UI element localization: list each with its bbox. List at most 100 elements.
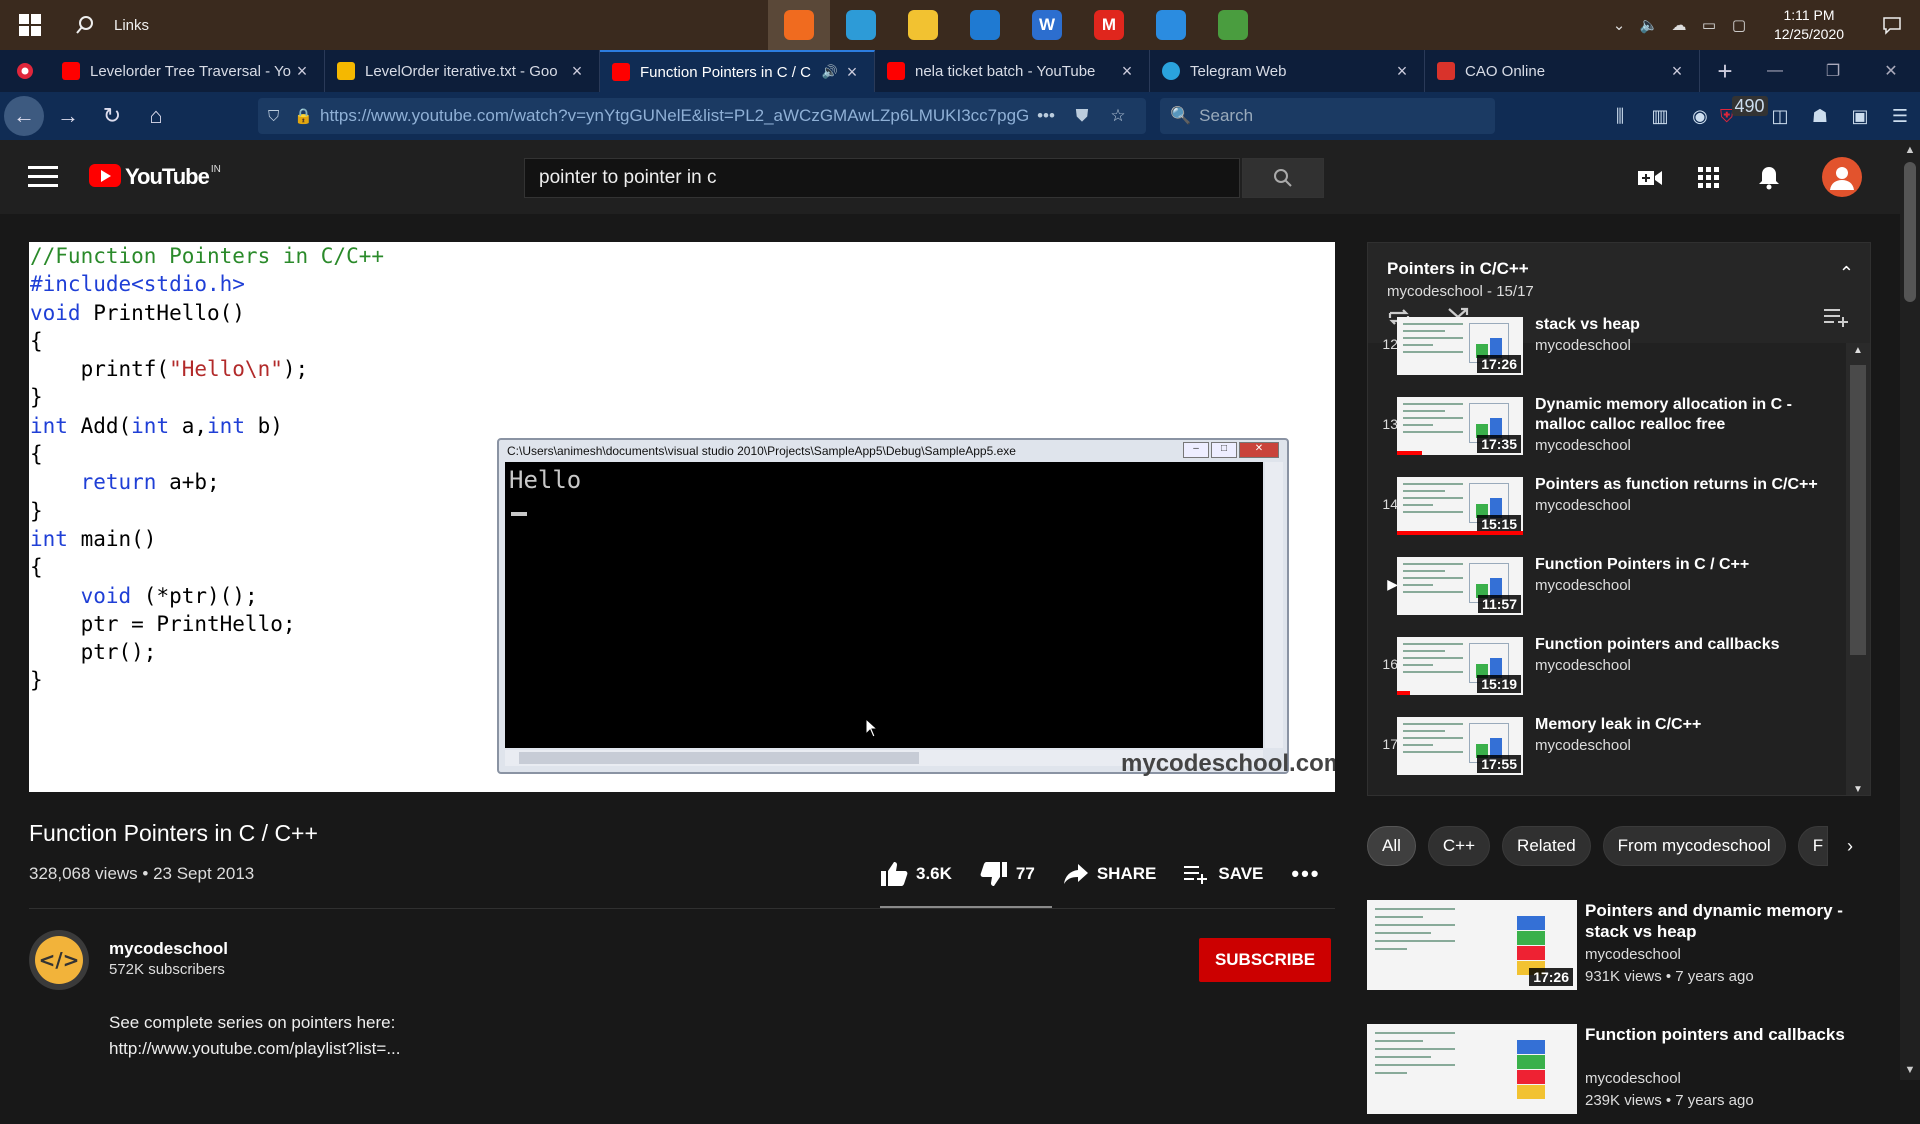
playlist-item-channel[interactable]: mycodeschool xyxy=(1535,437,1631,454)
video-thumbnail[interactable]: 15:19 xyxy=(1397,637,1523,695)
more-actions-button[interactable]: ••• xyxy=(1291,861,1320,887)
playlist-item[interactable]: 13 17:35 Dynamic memory allocation in C - … xyxy=(1368,393,1848,473)
close-tab-icon[interactable]: × xyxy=(842,62,862,83)
page-scrollbar[interactable]: ▲ ▼ xyxy=(1900,140,1920,1080)
m-app[interactable]: M xyxy=(1078,0,1140,50)
url-text[interactable]: https://www.youtube.com/watch?v=ynYtgGUN… xyxy=(320,106,1028,126)
like-button[interactable]: 3.6K xyxy=(880,861,952,887)
clock[interactable]: 1:11 PM 12/25/2020 xyxy=(1754,6,1864,44)
back-button[interactable]: ← xyxy=(4,96,44,136)
network-icon[interactable]: ▢ xyxy=(1724,16,1754,34)
channel-name[interactable]: mycodeschool xyxy=(109,939,228,959)
playlist-item-channel[interactable]: mycodeschool xyxy=(1535,657,1631,674)
links-toolbar-label[interactable]: Links xyxy=(114,17,149,34)
new-tab-button[interactable]: + xyxy=(1700,50,1750,92)
close-tab-icon[interactable]: × xyxy=(1667,61,1687,82)
volume-icon[interactable]: 🔈 xyxy=(1634,16,1664,34)
browser-tab[interactable]: nela ticket batch - YouTube × xyxy=(875,50,1150,92)
reload-button[interactable]: ↻ xyxy=(92,96,132,136)
playlist-scroll-thumb[interactable] xyxy=(1850,365,1866,655)
channel-avatar[interactable]: </> xyxy=(29,930,89,990)
subscribe-button[interactable]: SUBSCRIBE xyxy=(1199,938,1331,982)
close-window-icon[interactable]: ✕ xyxy=(1862,50,1920,92)
browser-tab[interactable]: Telegram Web × xyxy=(1150,50,1425,92)
search-icon[interactable] xyxy=(60,0,110,50)
account-avatar[interactable] xyxy=(1822,157,1862,197)
playlist-item-title[interactable]: stack vs heap xyxy=(1535,315,1835,335)
extension-2-icon[interactable]: ▣ xyxy=(1840,106,1880,127)
playlist-item-channel[interactable]: mycodeschool xyxy=(1535,337,1631,354)
video-thumbnail[interactable]: 17:26 xyxy=(1397,317,1523,375)
screenshot-icon[interactable]: ◫ xyxy=(1760,106,1800,127)
battery-icon[interactable]: ▭ xyxy=(1694,16,1724,34)
description-link[interactable]: http://www.youtube.com/playlist?list=... xyxy=(109,1036,401,1062)
related-video[interactable]: Function pointers and callbacks mycodesch… xyxy=(1367,1024,1877,1124)
scroll-up-icon[interactable]: ▲ xyxy=(1846,345,1870,356)
video-thumbnail[interactable]: 17:35 xyxy=(1397,397,1523,455)
close-tab-icon[interactable]: × xyxy=(1117,61,1137,82)
playlist-item-title[interactable]: Memory leak in C/C++ xyxy=(1535,715,1835,735)
related-video-title[interactable]: Pointers and dynamic memory - stack vs h… xyxy=(1585,900,1870,942)
edge-app[interactable] xyxy=(830,0,892,50)
playlist-item-title[interactable]: Pointers as function returns in C/C++ xyxy=(1535,475,1835,495)
close-tab-icon[interactable]: × xyxy=(1392,61,1412,82)
ublock-icon[interactable]: ⛨490 xyxy=(1720,95,1768,127)
filter-chip[interactable]: F xyxy=(1797,826,1829,866)
playlist-item-title[interactable]: Function Pointers in C / C++ xyxy=(1535,555,1835,575)
filter-chip[interactable]: From mycodeschool xyxy=(1602,826,1786,866)
create-video-icon[interactable] xyxy=(1634,164,1666,192)
pinned-tab-icon[interactable] xyxy=(0,50,50,92)
playlist-item[interactable]: 16 15:19 Function pointers and callbacks my… xyxy=(1368,633,1848,713)
restore-icon[interactable]: ❐ xyxy=(1804,50,1862,92)
playlist-item[interactable]: 17 17:55 Memory leak in C/C++ mycodeschool xyxy=(1368,713,1848,793)
windows-start-icon[interactable] xyxy=(0,0,60,50)
browser-tab[interactable]: CAO Online × xyxy=(1425,50,1700,92)
onedrive-icon[interactable]: ☁ xyxy=(1664,16,1694,34)
scroll-down-icon[interactable]: ▼ xyxy=(1846,784,1870,795)
account-icon[interactable]: ◉ xyxy=(1680,106,1720,127)
chevron-right-icon[interactable]: › xyxy=(1830,826,1870,866)
close-tab-icon[interactable]: × xyxy=(292,61,312,82)
video-player[interactable]: //Function Pointers in C/C++ #include<std… xyxy=(29,242,1335,792)
more-actions-icon[interactable]: ••• xyxy=(1028,106,1064,126)
video-thumbnail[interactable]: 17:55 xyxy=(1397,717,1523,775)
hamburger-menu-icon[interactable]: ☰ xyxy=(1880,106,1920,127)
video-thumbnail[interactable]: 17:26 xyxy=(1367,900,1577,990)
scroll-up-icon[interactable]: ▲ xyxy=(1900,144,1920,156)
forward-button[interactable]: → xyxy=(48,96,88,136)
video-thumbnail[interactable]: 15:15 xyxy=(1397,477,1523,535)
related-video-channel[interactable]: mycodeschool xyxy=(1585,1070,1681,1087)
dislike-button[interactable]: 77 xyxy=(980,861,1035,887)
notification-icon[interactable] xyxy=(1864,15,1920,35)
browser-search-input[interactable]: 🔍 Search xyxy=(1160,98,1495,134)
filter-chip[interactable]: Related xyxy=(1502,826,1591,866)
related-video[interactable]: 17:26 Pointers and dynamic memory - stack… xyxy=(1367,900,1877,1000)
video-thumbnail[interactable] xyxy=(1367,1024,1577,1114)
playlist-item-title[interactable]: Dynamic memory allocation in C - malloc … xyxy=(1535,395,1835,435)
library-icon[interactable]: ⫼ xyxy=(1600,106,1640,127)
home-button[interactable]: ⌂ xyxy=(136,96,176,136)
bookmark-star-icon[interactable]: ☆ xyxy=(1100,106,1136,126)
file-explorer-app[interactable] xyxy=(892,0,954,50)
scroll-down-icon[interactable]: ▼ xyxy=(1900,1064,1920,1076)
close-tab-icon[interactable]: × xyxy=(567,61,587,82)
sheet-app[interactable] xyxy=(1202,0,1264,50)
speaker-icon[interactable]: 🔊 xyxy=(822,64,838,80)
browser-tab[interactable]: LevelOrder iterative.txt - Goo × xyxy=(325,50,600,92)
browser-tab[interactable]: Levelorder Tree Traversal - Yo × xyxy=(50,50,325,92)
playlist-item-channel[interactable]: mycodeschool xyxy=(1535,737,1631,754)
chevron-up-icon[interactable]: ⌃ xyxy=(1839,263,1854,284)
extension-icon[interactable]: ☗ xyxy=(1800,106,1840,127)
notifications-bell-icon[interactable] xyxy=(1753,164,1785,192)
youtube-search-button[interactable] xyxy=(1242,158,1324,198)
minimize-icon[interactable]: — xyxy=(1746,50,1804,92)
playlist-title[interactable]: Pointers in C/C++ xyxy=(1387,259,1529,279)
address-bar[interactable]: ⛉ 🔒 https://www.youtube.com/watch?v=ynYt… xyxy=(258,98,1146,134)
firefox-app[interactable] xyxy=(768,0,830,50)
apps-grid-icon[interactable] xyxy=(1693,164,1725,192)
playlist-item[interactable]: 12 17:26 stack vs heap mycodeschool xyxy=(1368,313,1848,393)
filter-chip[interactable]: All xyxy=(1367,826,1416,866)
playlist-scrollbar[interactable]: ▲ ▼ xyxy=(1846,343,1870,795)
youtube-search-input[interactable]: pointer to pointer in c xyxy=(524,158,1240,198)
lock-icon[interactable]: 🔒 xyxy=(294,107,320,125)
